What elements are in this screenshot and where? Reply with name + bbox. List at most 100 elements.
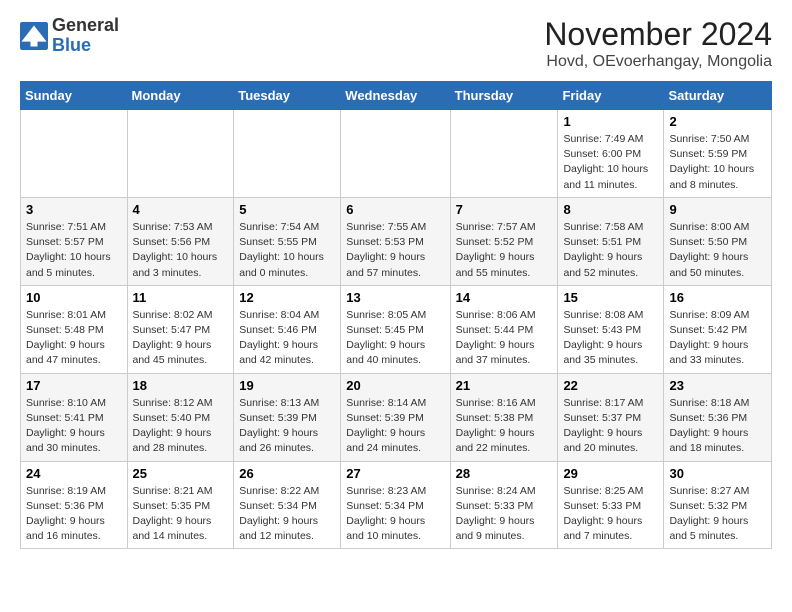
day-info: Sunrise: 7:51 AMSunset: 5:57 PMDaylight:… [26,220,122,281]
day-number: 12 [239,290,335,305]
calendar-cell: 14 Sunrise: 8:06 AMSunset: 5:44 PMDayligh… [450,285,558,373]
day-number: 3 [26,202,122,217]
calendar-cell [127,110,234,198]
day-number: 30 [669,466,766,481]
calendar-week-row: 10 Sunrise: 8:01 AMSunset: 5:48 PMDayligh… [21,285,772,373]
day-info: Sunrise: 7:53 AMSunset: 5:56 PMDaylight:… [133,220,229,281]
day-info: Sunrise: 7:54 AMSunset: 5:55 PMDaylight:… [239,220,335,281]
day-info: Sunrise: 8:22 AMSunset: 5:34 PMDaylight:… [239,484,335,545]
title-block: November 2024 Hovd, OEvoerhangay, Mongol… [544,16,772,71]
calendar-cell: 13Sunrise: 8:05 AMSunset: 5:45 PMDayligh… [341,285,450,373]
day-number: 14 [456,290,553,305]
day-number: 29 [563,466,658,481]
day-info: Sunrise: 7:50 AMSunset: 5:59 PMDaylight:… [669,132,766,193]
day-number: 7 [456,202,553,217]
day-number: 18 [133,378,229,393]
day-number: 22 [563,378,658,393]
day-info: Sunrise: 8:10 AMSunset: 5:41 PMDaylight:… [26,396,122,457]
calendar-cell: 17 Sunrise: 8:10 AMSunset: 5:41 PMDayligh… [21,373,128,461]
day-info: Sunrise: 8:09 AMSunset: 5:42 PMDaylight:… [669,308,766,369]
day-number: 17 [26,378,122,393]
day-info: Sunrise: 8:19 AMSunset: 5:36 PMDaylight:… [26,484,122,545]
calendar-cell: 29 Sunrise: 8:25 AMSunset: 5:33 PMDayligh… [558,461,664,549]
day-info: Sunrise: 7:58 AMSunset: 5:51 PMDaylight:… [563,220,658,281]
day-info: Sunrise: 8:14 AMSunset: 5:39 PMDaylight:… [346,396,444,457]
calendar-week-row: 24 Sunrise: 8:19 AMSunset: 5:36 PMDayligh… [21,461,772,549]
calendar-cell: 8 Sunrise: 7:58 AMSunset: 5:51 PMDaylight… [558,197,664,285]
day-number: 10 [26,290,122,305]
day-number: 1 [563,114,658,129]
logo-text: General Blue [52,16,119,56]
calendar-cell: 11 Sunrise: 8:02 AMSunset: 5:47 PMDayligh… [127,285,234,373]
header-friday: Friday [558,82,664,110]
calendar-cell: 15 Sunrise: 8:08 AMSunset: 5:43 PMDayligh… [558,285,664,373]
day-number: 8 [563,202,658,217]
day-info: Sunrise: 8:16 AMSunset: 5:38 PMDaylight:… [456,396,553,457]
calendar-cell: 7Sunrise: 7:57 AMSunset: 5:52 PMDaylight… [450,197,558,285]
calendar-cell: 20 Sunrise: 8:14 AMSunset: 5:39 PMDayligh… [341,373,450,461]
day-info: Sunrise: 8:08 AMSunset: 5:43 PMDaylight:… [563,308,658,369]
day-number: 19 [239,378,335,393]
calendar-cell: 6Sunrise: 7:55 AMSunset: 5:53 PMDaylight… [341,197,450,285]
day-info: Sunrise: 8:12 AMSunset: 5:40 PMDaylight:… [133,396,229,457]
calendar-cell: 5Sunrise: 7:54 AMSunset: 5:55 PMDaylight… [234,197,341,285]
page: General Blue November 2024 Hovd, OEvoerh… [0,0,792,569]
day-info: Sunrise: 8:01 AMSunset: 5:48 PMDaylight:… [26,308,122,369]
calendar-cell: 9 Sunrise: 8:00 AMSunset: 5:50 PMDaylight… [664,197,772,285]
header-wednesday: Wednesday [341,82,450,110]
calendar-cell: 2 Sunrise: 7:50 AMSunset: 5:59 PMDaylight… [664,110,772,198]
calendar-subtitle: Hovd, OEvoerhangay, Mongolia [544,53,772,71]
calendar-week-row: 3 Sunrise: 7:51 AMSunset: 5:57 PMDaylight… [21,197,772,285]
header-thursday: Thursday [450,82,558,110]
day-number: 4 [133,202,229,217]
day-info: Sunrise: 8:25 AMSunset: 5:33 PMDaylight:… [563,484,658,545]
day-number: 11 [133,290,229,305]
day-number: 16 [669,290,766,305]
calendar-cell [21,110,128,198]
calendar-cell: 16 Sunrise: 8:09 AMSunset: 5:42 PMDayligh… [664,285,772,373]
day-info: Sunrise: 8:23 AMSunset: 5:34 PMDaylight:… [346,484,444,545]
day-info: Sunrise: 8:04 AMSunset: 5:46 PMDaylight:… [239,308,335,369]
calendar-table: Sunday Monday Tuesday Wednesday Thursday… [20,81,772,549]
calendar-cell: 1 Sunrise: 7:49 AMSunset: 6:00 PMDaylight… [558,110,664,198]
day-info: Sunrise: 7:55 AMSunset: 5:53 PMDaylight:… [346,220,444,281]
calendar-cell: 27Sunrise: 8:23 AMSunset: 5:34 PMDayligh… [341,461,450,549]
calendar-cell: 28Sunrise: 8:24 AMSunset: 5:33 PMDayligh… [450,461,558,549]
day-number: 28 [456,466,553,481]
calendar-cell: 25Sunrise: 8:21 AMSunset: 5:35 PMDayligh… [127,461,234,549]
day-info: Sunrise: 8:27 AMSunset: 5:32 PMDaylight:… [669,484,766,545]
day-info: Sunrise: 8:06 AMSunset: 5:44 PMDaylight:… [456,308,553,369]
day-number: 24 [26,466,122,481]
day-number: 9 [669,202,766,217]
day-info: Sunrise: 8:00 AMSunset: 5:50 PMDaylight:… [669,220,766,281]
calendar-cell: 12 Sunrise: 8:04 AMSunset: 5:46 PMDayligh… [234,285,341,373]
day-info: Sunrise: 8:17 AMSunset: 5:37 PMDaylight:… [563,396,658,457]
day-info: Sunrise: 8:02 AMSunset: 5:47 PMDaylight:… [133,308,229,369]
day-info: Sunrise: 8:18 AMSunset: 5:36 PMDaylight:… [669,396,766,457]
calendar-week-row: 17 Sunrise: 8:10 AMSunset: 5:41 PMDayligh… [21,373,772,461]
header-tuesday: Tuesday [234,82,341,110]
calendar-cell: 30 Sunrise: 8:27 AMSunset: 5:32 PMDayligh… [664,461,772,549]
day-info: Sunrise: 8:13 AMSunset: 5:39 PMDaylight:… [239,396,335,457]
header: General Blue November 2024 Hovd, OEvoerh… [20,16,772,71]
logo: General Blue [20,16,119,56]
day-number: 15 [563,290,658,305]
calendar-week-row: 1 Sunrise: 7:49 AMSunset: 6:00 PMDaylight… [21,110,772,198]
logo-icon [20,22,48,50]
calendar-cell: 26 Sunrise: 8:22 AMSunset: 5:34 PMDayligh… [234,461,341,549]
day-number: 25 [133,466,229,481]
calendar-cell [234,110,341,198]
day-number: 26 [239,466,335,481]
calendar-cell: 4 Sunrise: 7:53 AMSunset: 5:56 PMDaylight… [127,197,234,285]
calendar-cell [341,110,450,198]
day-number: 23 [669,378,766,393]
day-info: Sunrise: 7:49 AMSunset: 6:00 PMDaylight:… [563,132,658,193]
calendar-cell: 21 Sunrise: 8:16 AMSunset: 5:38 PMDayligh… [450,373,558,461]
day-number: 2 [669,114,766,129]
calendar-cell: 24 Sunrise: 8:19 AMSunset: 5:36 PMDayligh… [21,461,128,549]
day-number: 21 [456,378,553,393]
header-sunday: Sunday [21,82,128,110]
calendar-cell [450,110,558,198]
day-number: 20 [346,378,444,393]
logo-blue-text: Blue [52,36,119,56]
